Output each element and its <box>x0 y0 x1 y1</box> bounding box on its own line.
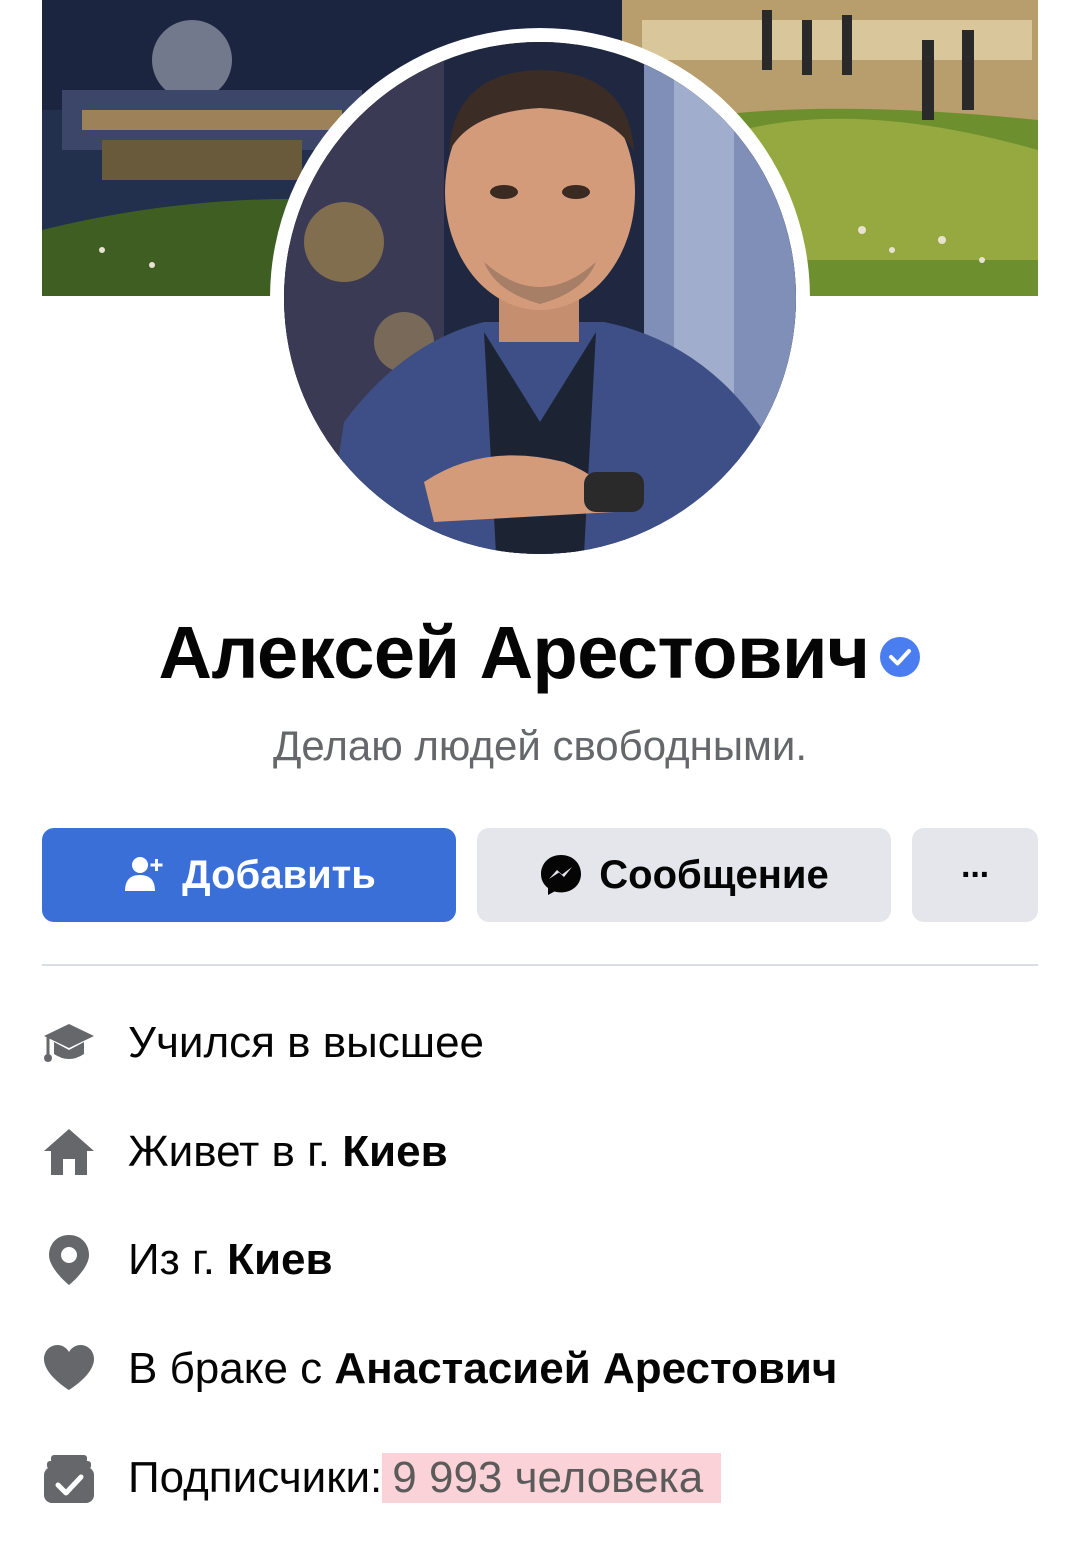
add-friend-button[interactable]: Добавить <box>42 828 456 922</box>
messenger-icon <box>539 853 583 897</box>
lives-in-prefix: Живет в г. <box>128 1127 343 1176</box>
more-options-button[interactable]: ··· <box>912 828 1038 922</box>
name-row: Алексей Арестович <box>0 610 1080 695</box>
relationship-prefix: В браке с <box>128 1344 335 1393</box>
education-text: Учился в высшее <box>128 1018 485 1067</box>
verified-badge-icon <box>879 636 921 678</box>
graduation-cap-icon <box>42 1016 96 1070</box>
followers-icon <box>42 1451 96 1505</box>
info-lives-in[interactable]: Живет в г. Киев <box>42 1122 1038 1182</box>
location-pin-icon <box>42 1233 96 1287</box>
info-followers[interactable]: Подписчики: 9 993 человека <box>42 1448 1038 1508</box>
lives-in-city-link[interactable]: Киев <box>342 1127 447 1177</box>
home-icon <box>42 1125 96 1179</box>
from-city-link[interactable]: Киев <box>227 1235 332 1285</box>
profile-name: Алексей Арестович <box>158 611 870 694</box>
more-options-icon: ··· <box>961 855 991 894</box>
profile-bio: Делаю людей свободными. <box>272 722 808 769</box>
divider <box>42 964 1038 966</box>
avatar[interactable] <box>284 42 796 554</box>
from-prefix: Из г. <box>128 1235 228 1284</box>
heart-icon <box>42 1342 96 1396</box>
info-education[interactable]: Учился в высшее <box>42 1013 1038 1073</box>
add-friend-icon <box>122 853 166 897</box>
add-friend-label: Добавить <box>182 852 376 897</box>
info-relationship[interactable]: В браке с Анастасией Арестович <box>42 1339 1038 1399</box>
message-label: Сообщение <box>599 852 829 897</box>
info-from[interactable]: Из г. Киев <box>42 1230 1038 1290</box>
message-button[interactable]: Сообщение <box>477 828 891 922</box>
followers-count: 9 993 человека <box>382 1453 722 1503</box>
followers-prefix: Подписчики: <box>128 1453 383 1502</box>
spouse-link[interactable]: Анастасией Арестович <box>334 1344 837 1394</box>
